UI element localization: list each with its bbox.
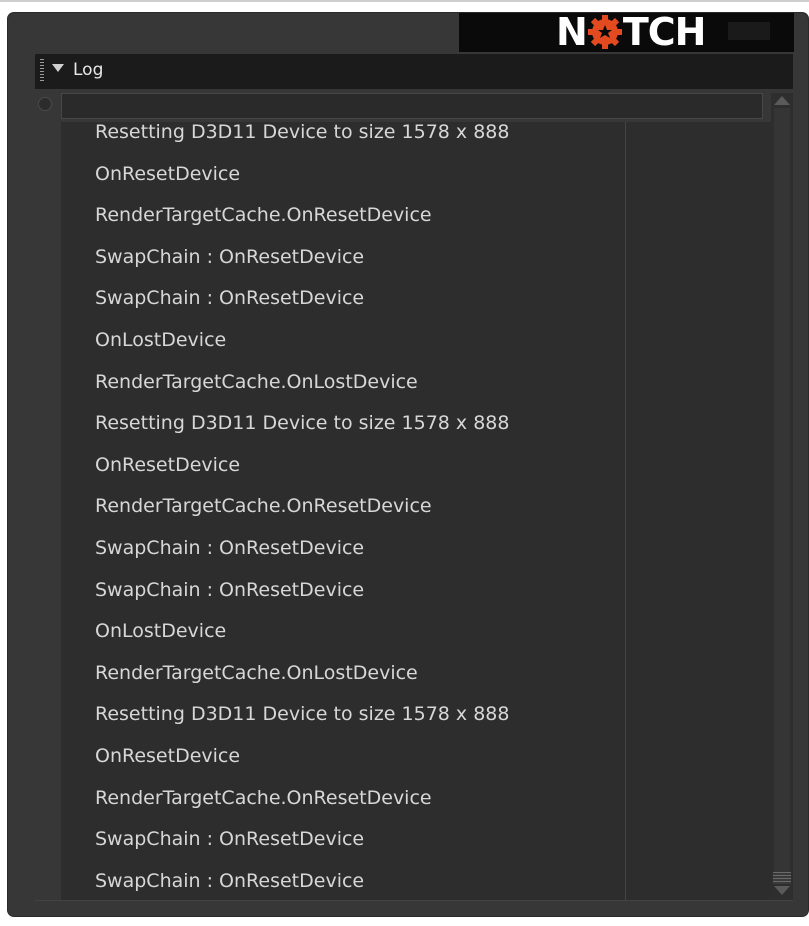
- log-entry: SwapChain : OnResetDevice: [95, 869, 365, 892]
- scroll-thumb[interactable]: [773, 872, 791, 884]
- log-entry: Resetting D3D11 Device to size 1578 x 88…: [95, 121, 510, 143]
- drag-grip-icon[interactable]: [40, 59, 44, 83]
- log-entry: OnResetDevice: [95, 453, 241, 476]
- log-entry: SwapChain : OnResetDevice: [95, 578, 365, 601]
- log-entry: OnLostDevice: [95, 328, 227, 351]
- panel-bottom-edge: [35, 900, 793, 901]
- log-entry: SwapChain : OnResetDevice: [95, 245, 365, 268]
- gear-logo-icon: [587, 15, 622, 49]
- scroll-up-arrow-icon[interactable]: [774, 96, 790, 105]
- log-entry: RenderTargetCache.OnResetDevice: [95, 786, 432, 809]
- log-entry: SwapChain : OnResetDevice: [95, 536, 365, 559]
- log-entry: SwapChain : OnResetDevice: [95, 828, 365, 851]
- scroll-track[interactable]: [774, 108, 790, 880]
- window-top-border: [0, 0, 809, 2]
- log-entry: RenderTargetCache.OnResetDevice: [95, 204, 432, 227]
- log-panel-header[interactable]: Log: [35, 54, 793, 89]
- collapse-triangle-icon[interactable]: [52, 64, 64, 72]
- panel-title: Log: [73, 60, 104, 80]
- log-entry: RenderTargetCache.OnResetDevice: [95, 495, 432, 518]
- log-entry: OnLostDevice: [95, 620, 227, 643]
- log-entry: SwapChain : OnResetDevice: [95, 287, 365, 310]
- logo-text-left: N: [556, 10, 588, 54]
- logo-text-right: TCH: [622, 10, 707, 54]
- log-entries: Resetting D3D11 Device to size 1578 x 88…: [95, 112, 615, 902]
- scroll-down-arrow-icon[interactable]: [774, 886, 790, 895]
- log-entry: OnResetDevice: [95, 162, 241, 185]
- log-entry: OnResetDevice: [95, 744, 241, 767]
- filter-toggle-icon[interactable]: [38, 97, 52, 111]
- column-divider: [625, 122, 626, 900]
- log-entry: Resetting D3D11 Device to size 1578 x 88…: [95, 412, 510, 435]
- log-entry: RenderTargetCache.OnLostDevice: [95, 370, 418, 393]
- log-entry: Resetting D3D11 Device to size 1578 x 88…: [95, 703, 510, 726]
- notch-logo: N TCH: [556, 10, 707, 54]
- vertical-scrollbar[interactable]: [771, 93, 793, 901]
- title-bar-control[interactable]: [728, 22, 770, 40]
- log-entry: RenderTargetCache.OnLostDevice: [95, 661, 418, 684]
